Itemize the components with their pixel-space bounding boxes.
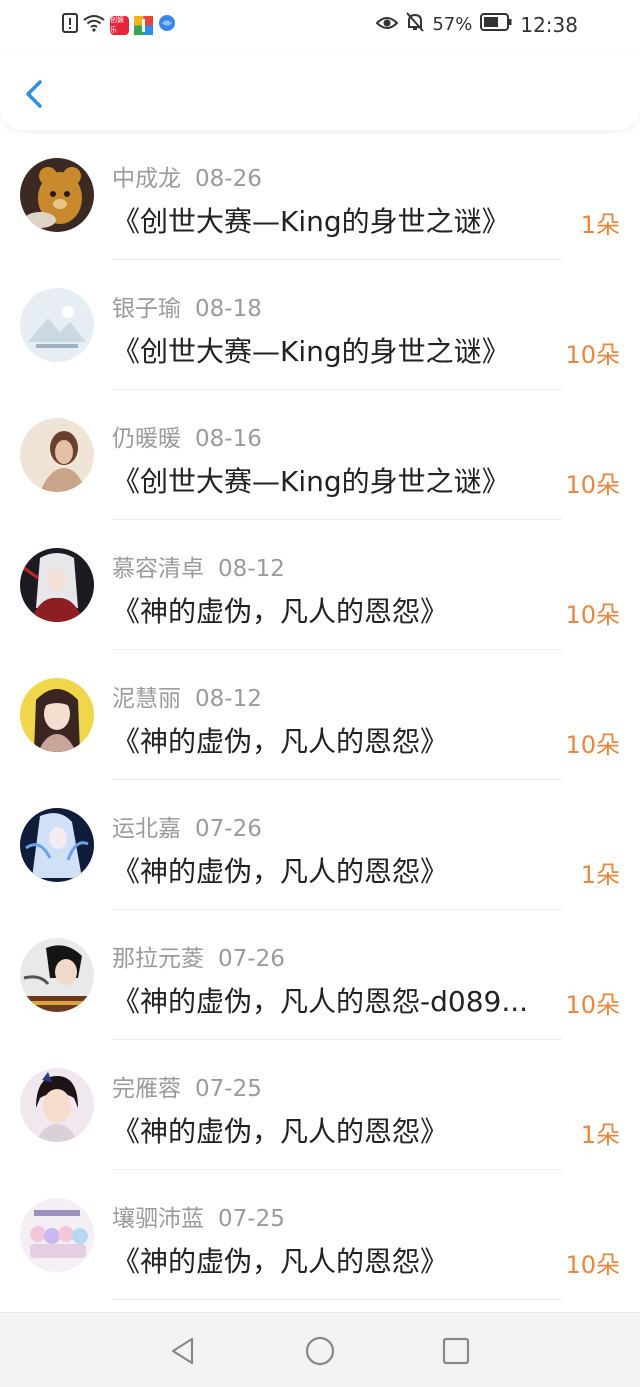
nav-recents-button[interactable] xyxy=(440,1335,472,1367)
bell-off-icon xyxy=(406,12,425,37)
sender-name: 那拉元菱 xyxy=(112,946,204,972)
list-item[interactable]: 完雁蓉 07-25 《神的虚伪，凡人的恩怨》 1朵 xyxy=(0,1040,640,1170)
divider xyxy=(112,1299,562,1300)
sender-meta: 运北嘉 07-26 xyxy=(112,809,262,843)
chevron-left-icon xyxy=(26,80,42,108)
avatar[interactable] xyxy=(20,1068,94,1142)
send-date: 08-12 xyxy=(218,556,285,582)
app-icon-blue xyxy=(158,14,176,36)
flower-amount: 10朵 xyxy=(565,731,620,759)
eye-icon xyxy=(375,14,399,36)
home-circle-icon xyxy=(305,1336,335,1366)
alert-icon xyxy=(62,13,78,37)
list-item[interactable]: 泥慧丽 08-12 《神的虚伪，凡人的恩怨》 10朵 xyxy=(0,650,640,780)
send-date: 08-18 xyxy=(195,296,262,322)
send-date: 08-26 xyxy=(195,166,262,192)
send-date: 07-25 xyxy=(195,1076,262,1102)
sender-name: 中成龙 xyxy=(112,166,181,192)
work-title[interactable]: 《神的虚伪，凡人的恩怨-d089... xyxy=(112,980,557,1020)
battery-icon xyxy=(480,13,512,36)
flower-amount: 1朵 xyxy=(580,861,620,889)
work-title[interactable]: 《神的虚伪，凡人的恩怨》 xyxy=(112,590,557,630)
gift-record-list: 中成龙 08-26 《创世大赛—King的身世之谜》 1朵 银子瑜 08-18 《创… xyxy=(0,130,640,1300)
clock: 12:38 xyxy=(520,12,578,37)
app-icon-red: 创娱乐 xyxy=(110,15,129,35)
nav-home-button[interactable] xyxy=(304,1335,336,1367)
screen: 创娱乐 57% 12:38 中成龙 08-26 《创世大赛—King的身世之谜》… xyxy=(0,0,640,1387)
list-item[interactable]: 中成龙 08-26 《创世大赛—King的身世之谜》 1朵 xyxy=(0,130,640,260)
recents-square-icon xyxy=(442,1337,470,1365)
avatar[interactable] xyxy=(20,548,94,622)
sender-meta: 慕容清卓 08-12 xyxy=(112,549,285,583)
avatar[interactable] xyxy=(20,938,94,1012)
sender-name: 银子瑜 xyxy=(112,296,181,322)
send-date: 08-12 xyxy=(195,686,262,712)
sender-meta: 银子瑜 08-18 xyxy=(112,289,262,323)
back-triangle-icon xyxy=(171,1337,194,1365)
list-item[interactable]: 慕容清卓 08-12 《神的虚伪，凡人的恩怨》 10朵 xyxy=(0,520,640,650)
work-title[interactable]: 《神的虚伪，凡人的恩怨》 xyxy=(112,1110,557,1150)
send-date: 07-25 xyxy=(218,1206,285,1232)
avatar[interactable] xyxy=(20,678,94,752)
flower-amount: 10朵 xyxy=(565,601,620,629)
sender-meta: 仍暖暖 08-16 xyxy=(112,419,262,453)
status-bar-left: 创娱乐 xyxy=(62,13,176,37)
battery-percent: 57% xyxy=(432,14,473,35)
sender-name: 泥慧丽 xyxy=(112,686,181,712)
flower-amount: 10朵 xyxy=(565,991,620,1019)
work-title[interactable]: 《创世大赛—King的身世之谜》 xyxy=(112,200,557,240)
avatar[interactable] xyxy=(20,288,94,362)
sender-meta: 泥慧丽 08-12 xyxy=(112,679,262,713)
nav-back-button[interactable] xyxy=(168,1335,200,1367)
flower-amount: 1朵 xyxy=(580,211,620,239)
flower-amount: 10朵 xyxy=(565,341,620,369)
avatar[interactable] xyxy=(20,418,94,492)
list-item[interactable]: 仍暖暖 08-16 《创世大赛—King的身世之谜》 10朵 xyxy=(0,390,640,520)
wifi-icon xyxy=(83,14,105,36)
sender-meta: 完雁蓉 07-25 xyxy=(112,1069,262,1103)
send-date: 07-26 xyxy=(195,816,262,842)
sender-name: 壤驷沛蓝 xyxy=(112,1206,204,1232)
sender-meta: 中成龙 08-26 xyxy=(112,159,262,193)
list-item[interactable]: 运北嘉 07-26 《神的虚伪，凡人的恩怨》 1朵 xyxy=(0,780,640,910)
avatar[interactable] xyxy=(20,158,94,232)
list-item[interactable]: 那拉元菱 07-26 《神的虚伪，凡人的恩怨-d089... 10朵 xyxy=(0,910,640,1040)
work-title[interactable]: 《神的虚伪，凡人的恩怨》 xyxy=(112,1240,557,1280)
sender-name: 完雁蓉 xyxy=(112,1076,181,1102)
system-nav-bar xyxy=(0,1312,640,1387)
work-title[interactable]: 《神的虚伪，凡人的恩怨》 xyxy=(112,850,557,890)
flower-amount: 10朵 xyxy=(565,471,620,499)
back-button[interactable] xyxy=(20,74,50,114)
sender-name: 仍暖暖 xyxy=(112,426,181,452)
sender-name: 慕容清卓 xyxy=(112,556,204,582)
avatar[interactable] xyxy=(20,808,94,882)
send-date: 08-16 xyxy=(195,426,262,452)
flower-amount: 10朵 xyxy=(565,1251,620,1279)
app-header xyxy=(0,50,640,130)
sender-meta: 壤驷沛蓝 07-25 xyxy=(112,1199,285,1233)
sender-name: 运北嘉 xyxy=(112,816,181,842)
status-bar: 创娱乐 57% 12:38 xyxy=(0,0,640,50)
app-icon-multicolor xyxy=(134,15,153,35)
list-item[interactable]: 壤驷沛蓝 07-25 《神的虚伪，凡人的恩怨》 10朵 xyxy=(0,1170,640,1300)
work-title[interactable]: 《创世大赛—King的身世之谜》 xyxy=(112,460,557,500)
work-title[interactable]: 《创世大赛—King的身世之谜》 xyxy=(112,330,557,370)
status-bar-right: 57% 12:38 xyxy=(375,12,578,37)
list-item[interactable]: 银子瑜 08-18 《创世大赛—King的身世之谜》 10朵 xyxy=(0,260,640,390)
send-date: 07-26 xyxy=(218,946,285,972)
flower-amount: 1朵 xyxy=(580,1121,620,1149)
work-title[interactable]: 《神的虚伪，凡人的恩怨》 xyxy=(112,720,557,760)
sender-meta: 那拉元菱 07-26 xyxy=(112,939,285,973)
avatar[interactable] xyxy=(20,1198,94,1272)
